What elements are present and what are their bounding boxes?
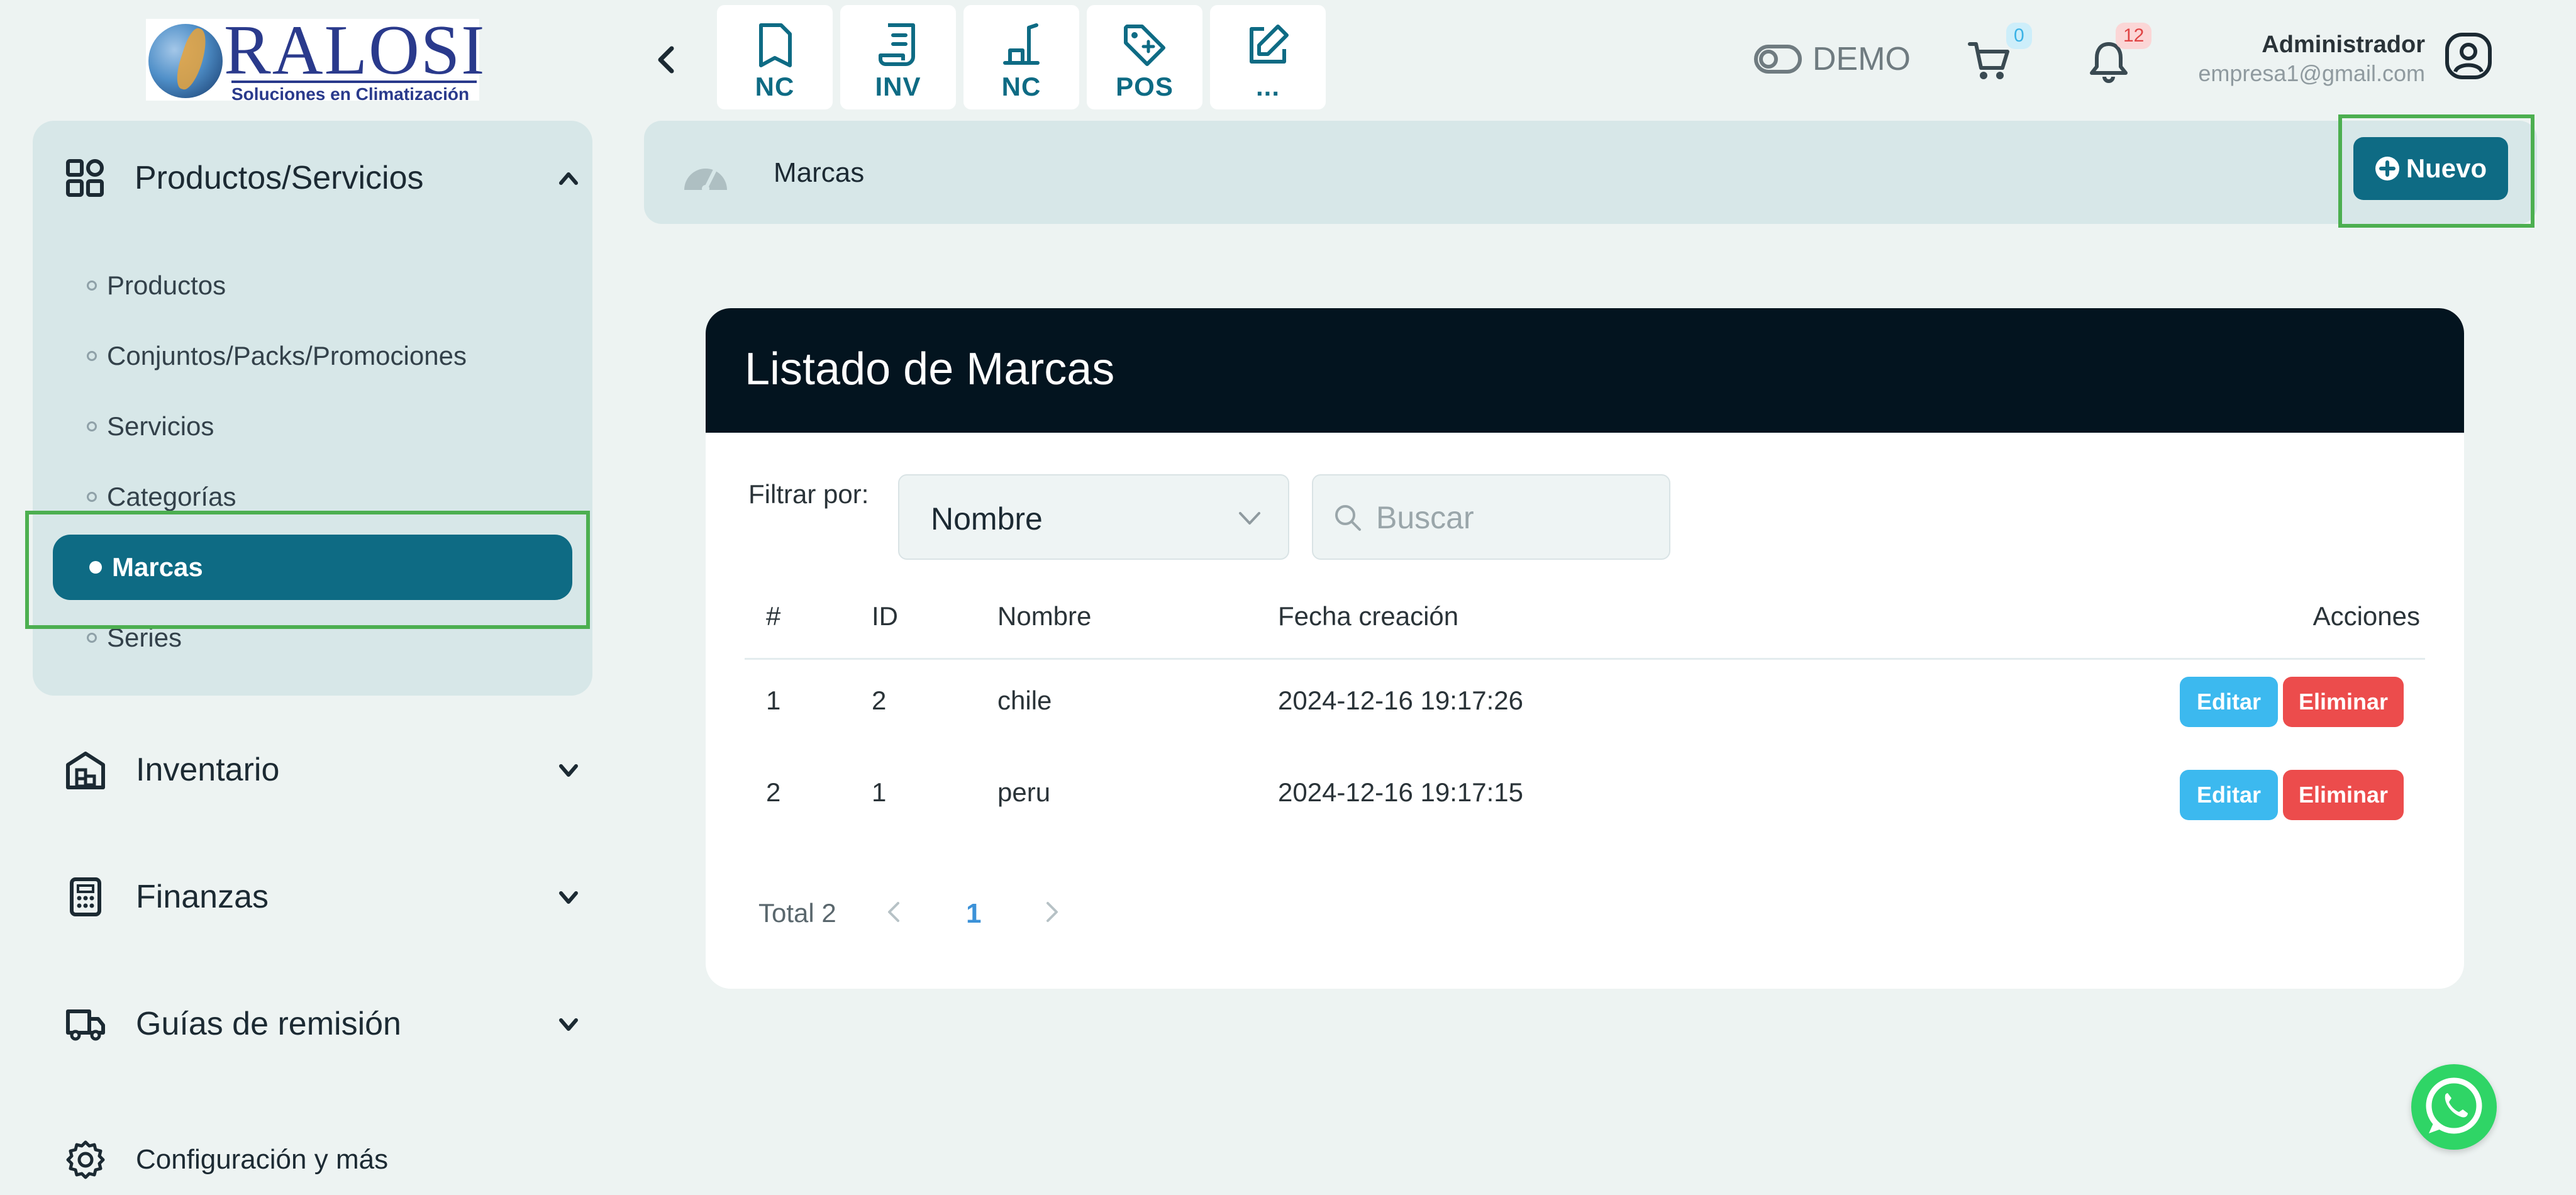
warehouse-icon: [65, 750, 106, 790]
sidebar-item-inventario[interactable]: Inventario: [65, 745, 581, 795]
grid-icon: [65, 158, 104, 197]
bullet-icon: [87, 421, 97, 431]
row-date: 2024-12-16 19:17:15: [1278, 777, 1523, 807]
bullet-icon: [87, 351, 97, 361]
quick-action-label: INV: [875, 72, 921, 101]
calculator-icon: [65, 877, 106, 917]
column-header-date: Fecha creación: [1278, 601, 1459, 631]
filter-select-value: Nombre: [931, 501, 1043, 536]
toggle-icon: [1753, 44, 1802, 74]
card-title: Listado de Marcas: [745, 344, 1115, 394]
cart-icon[interactable]: [1967, 39, 2011, 83]
logo-tagline: Soluciones en Climatización: [231, 81, 477, 104]
breadcrumb-title: Marcas: [774, 157, 865, 188]
cart-count-badge: 0: [2006, 23, 2032, 49]
chevron-down-icon: [1236, 507, 1263, 530]
sidebar-item-label: Servicios: [107, 411, 214, 441]
dashboard-gauge-icon: [682, 157, 730, 195]
whatsapp-icon[interactable]: [2411, 1064, 2497, 1150]
row-name: peru: [997, 777, 1051, 807]
sidebar-item-servicios[interactable]: Servicios: [87, 408, 214, 445]
filter-label: Filtrar por:: [748, 479, 869, 509]
sidebar-item-label: Finanzas: [136, 879, 269, 915]
user-email: empresa1@gmail.com: [2198, 60, 2425, 86]
row-id: 1: [872, 777, 887, 807]
brands-list-card: Listado de Marcas Filtrar por: Nombre # …: [706, 308, 2464, 989]
column-header-name: Nombre: [997, 601, 1092, 631]
highlight-box-new: [2338, 114, 2534, 228]
tag-icon: [1122, 20, 1167, 70]
sidebar-item-label: Guías de remisión: [136, 1006, 401, 1042]
row-id: 2: [872, 686, 887, 715]
bullet-icon: [87, 492, 97, 502]
quick-action-pos[interactable]: POS: [1087, 5, 1202, 109]
delete-button[interactable]: Eliminar: [2283, 770, 2404, 820]
sidebar-item-categorias[interactable]: Categorías: [87, 478, 236, 516]
row-date: 2024-12-16 19:17:26: [1278, 686, 1523, 715]
globe-logo-icon: [148, 24, 223, 98]
chevron-down-icon: [556, 1011, 581, 1037]
breadcrumb: Marcas: [644, 121, 2537, 224]
row-number: 1: [766, 686, 781, 715]
bullet-icon: [87, 633, 97, 643]
company-logo[interactable]: RALOSI Soluciones en Climatización: [146, 15, 484, 104]
bullet-icon: [87, 281, 97, 291]
column-header-id: ID: [872, 601, 898, 631]
edit-button[interactable]: Editar: [2180, 677, 2278, 727]
truck-icon: [65, 1004, 106, 1044]
search-box[interactable]: [1312, 474, 1670, 560]
table-header-divider: [745, 658, 2425, 660]
delete-button[interactable]: Eliminar: [2283, 677, 2404, 727]
sidebar-section-label: Productos/Servicios: [135, 160, 424, 196]
search-input[interactable]: [1375, 496, 1654, 540]
sidebar-item-label: Inventario: [136, 752, 280, 788]
column-header-number: #: [766, 601, 781, 631]
quick-action-nc[interactable]: NC: [717, 5, 833, 109]
column-header-actions: Acciones: [2312, 601, 2420, 631]
tool-icon: [1001, 20, 1041, 70]
sidebar-item-label: Productos: [107, 270, 226, 300]
row-number: 2: [766, 777, 781, 807]
edit-icon: [1245, 20, 1291, 70]
search-icon: [1333, 503, 1362, 532]
quick-action-inv[interactable]: INV: [840, 5, 956, 109]
quick-action-label: ...: [1255, 72, 1280, 101]
user-avatar-icon[interactable]: [2444, 31, 2493, 81]
quick-action-label: NC: [755, 72, 795, 101]
pagination-page-1[interactable]: 1: [966, 898, 981, 930]
gear-icon: [65, 1140, 106, 1180]
sidebar-item-finanzas[interactable]: Finanzas: [65, 872, 581, 922]
highlight-box-sidebar: [25, 511, 590, 629]
logo-name: RALOSI: [224, 11, 486, 89]
sidebar-section-productos-servicios[interactable]: Productos/Servicios: [65, 156, 581, 200]
chevron-down-icon: [556, 757, 581, 782]
row-name: chile: [997, 686, 1052, 715]
quick-action-label: POS: [1116, 72, 1174, 101]
chevron-right-icon[interactable]: [1039, 896, 1064, 928]
user-name[interactable]: Administrador: [2262, 31, 2425, 58]
pagination-total: Total 2: [758, 898, 836, 928]
edit-button[interactable]: Editar: [2180, 770, 2278, 820]
chevron-left-icon[interactable]: [882, 896, 907, 928]
filter-select[interactable]: Nombre: [898, 474, 1289, 560]
file-icon: [755, 20, 795, 70]
sidebar-item-guias-de-remision[interactable]: Guías de remisión: [65, 999, 581, 1049]
scroll-icon: [878, 20, 918, 70]
sidebar-item-label: Configuración y más: [136, 1144, 389, 1175]
sidebar-item-configuracion[interactable]: Configuración y más: [65, 1135, 581, 1185]
quick-action-label: NC: [1001, 72, 1041, 101]
demo-label: DEMO: [1813, 41, 1911, 77]
quick-action-more[interactable]: ...: [1210, 5, 1326, 109]
sidebar-item-label: Categorías: [107, 482, 236, 511]
chevron-down-icon: [556, 884, 581, 909]
sidebar-item-conjuntos[interactable]: Conjuntos/Packs/Promociones: [87, 337, 467, 375]
collapse-sidebar-icon[interactable]: [654, 44, 679, 75]
quick-action-nc-2[interactable]: NC: [963, 5, 1079, 109]
notification-count-badge: 12: [2116, 23, 2152, 49]
sidebar-item-productos[interactable]: Productos: [87, 267, 226, 304]
chevron-up-icon: [556, 165, 581, 191]
sidebar-item-label: Conjuntos/Packs/Promociones: [107, 341, 467, 370]
demo-toggle[interactable]: DEMO: [1753, 40, 1911, 78]
